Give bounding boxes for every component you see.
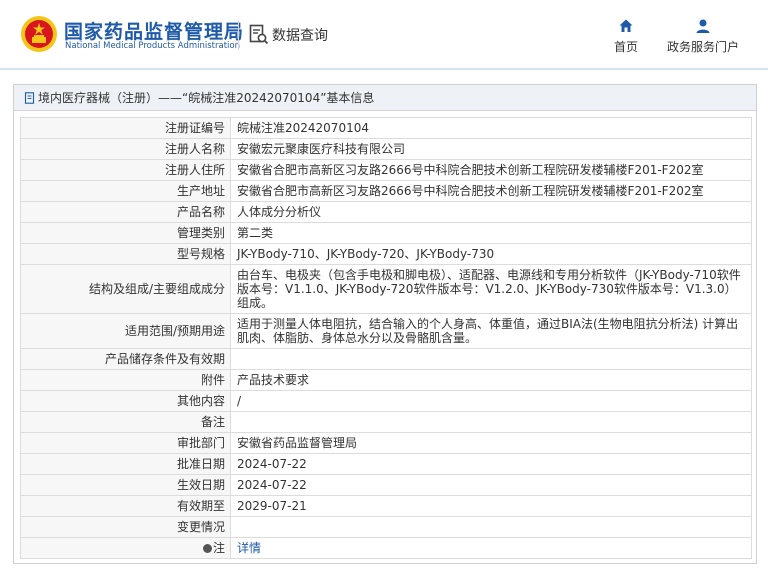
table-row: 附件 产品技术要求 [20, 369, 752, 391]
site-header: 国家药品监督管理局 National Medical Products Admi… [0, 0, 768, 70]
field-value: 安徽宏元聚康医疗科技有限公司 [230, 138, 752, 160]
document-search-icon [249, 24, 269, 45]
data-query-title: 数据查询 [249, 22, 328, 48]
brand-subtitle: National Medical Products Administration [65, 41, 240, 51]
field-value: 第二类 [230, 222, 752, 244]
field-value: 2024-07-22 [230, 453, 752, 475]
data-query-label: 数据查询 [272, 28, 328, 44]
field-label: 附件 [20, 369, 231, 391]
field-value: JK-YBody-710、JK-YBody-720、JK-YBody-730 [230, 243, 752, 265]
breadcrumb: 境内医疗器械（注册）——“皖械注准20242070104”基本信息 [14, 85, 756, 111]
field-label: 有效期至 [20, 495, 231, 517]
note-label: 注 [212, 541, 225, 555]
table-row: 批准日期 2024-07-22 [20, 453, 752, 475]
table-row: 结构及组成/主要组成成分 由台车、电极夹（包含手电极和脚电极）、适配器、电源线和专… [20, 264, 752, 314]
field-value: 安徽省药品监督管理局 [230, 432, 752, 454]
field-label: 适用范围/预期用途 [20, 313, 231, 349]
table-row: 注册证编号 皖械注准20242070104 [20, 117, 752, 139]
table-row: 生效日期 2024-07-22 [20, 474, 752, 496]
field-value: 人体成分分析仪 [230, 201, 752, 223]
field-label: 结构及组成/主要组成成分 [20, 264, 231, 314]
table-row: 有效期至 2029-07-21 [20, 495, 752, 517]
field-label: 注册证编号 [20, 117, 231, 139]
field-label: 备注 [20, 411, 231, 433]
table-row: 注册人住所 安徽省合肥市高新区习友路2666号中科院合肥技术创新工程院研发楼辅楼F… [20, 159, 752, 181]
registration-info-table: 注册证编号 皖械注准20242070104 注册人名称 安徽宏元聚康医疗科技有限公司… [20, 117, 752, 559]
field-value: 皖械注准20242070104 [230, 117, 752, 139]
field-value: 2024-07-22 [230, 474, 752, 496]
field-label: 注册人住所 [20, 159, 231, 181]
field-value [230, 348, 752, 370]
field-label: 生产地址 [20, 180, 231, 202]
home-icon [619, 19, 633, 32]
field-value: 安徽省合肥市高新区习友路2666号中科院合肥技术创新工程院研发楼辅楼F201-F… [230, 180, 752, 202]
field-value: / [230, 390, 752, 412]
field-label: 变更情况 [20, 516, 231, 538]
table-row: 其他内容 / [20, 390, 752, 412]
field-label: 型号规格 [20, 243, 231, 265]
details-link[interactable]: 详情 [237, 541, 261, 555]
field-label: 管理类别 [20, 222, 231, 244]
header-divider [238, 20, 239, 50]
field-label: 产品储存条件及有效期 [20, 348, 231, 370]
breadcrumb-text: 境内医疗器械（注册）——“皖械注准20242070104”基本信息 [38, 91, 375, 105]
field-label: 产品名称 [20, 201, 231, 223]
table-row: 注册人名称 安徽宏元聚康医疗科技有限公司 [20, 138, 752, 160]
field-label: 审批部门 [20, 432, 231, 454]
nav-service-portal[interactable]: 政务服务门户 [664, 18, 742, 55]
field-value [230, 516, 752, 538]
brand-title: 国家药品监督管理局 [64, 21, 245, 43]
table-row: 变更情况 [20, 516, 752, 538]
nav-home-label: 首页 [613, 40, 638, 54]
field-value: 2029-07-21 [230, 495, 752, 517]
national-emblem-icon [21, 16, 57, 52]
field-value: 产品技术要求 [230, 369, 752, 391]
field-label: 注 [20, 537, 231, 559]
table-row: 产品储存条件及有效期 [20, 348, 752, 370]
field-value: 由台车、电极夹（包含手电极和脚电极）、适配器、电源线和专用分析软件（JK-YBo… [230, 264, 752, 314]
table-row: 注 详情 [20, 537, 752, 559]
field-value: 适用于测量人体电阻抗，结合输入的个人身高、体重值，通过BIA法(生物电阻抗分析法… [230, 313, 752, 349]
detail-panel: 境内医疗器械（注册）——“皖械注准20242070104”基本信息 注册证编号皖… [13, 84, 757, 564]
table-row: 适用范围/预期用途 适用于测量人体电阻抗，结合输入的个人身高、体重值，通过BIA法… [20, 313, 752, 349]
field-value [230, 411, 752, 433]
nav-home[interactable]: 首页 [612, 18, 640, 55]
field-label: 生效日期 [20, 474, 231, 496]
field-value: 详情 [230, 537, 752, 559]
table-row: 备注 [20, 411, 752, 433]
table-row: 产品名称 人体成分分析仪 [20, 201, 752, 223]
user-icon [696, 19, 710, 33]
nav-service-label: 政务服务门户 [666, 40, 739, 54]
table-row: 生产地址 安徽省合肥市高新区习友路2666号中科院合肥技术创新工程院研发楼辅楼F2… [20, 180, 752, 202]
table-row: 审批部门 安徽省药品监督管理局 [20, 432, 752, 454]
table-row: 管理类别 第二类 [20, 222, 752, 244]
field-label: 其他内容 [20, 390, 231, 412]
document-icon [24, 91, 35, 104]
field-label: 批准日期 [20, 453, 231, 475]
table-row: 型号规格 JK-YBody-710、JK-YBody-720、JK-YBody-7… [20, 243, 752, 265]
field-label: 注册人名称 [20, 138, 231, 160]
note-bullet-icon [202, 544, 212, 553]
field-value: 安徽省合肥市高新区习友路2666号中科院合肥技术创新工程院研发楼辅楼F201-F… [230, 159, 752, 181]
